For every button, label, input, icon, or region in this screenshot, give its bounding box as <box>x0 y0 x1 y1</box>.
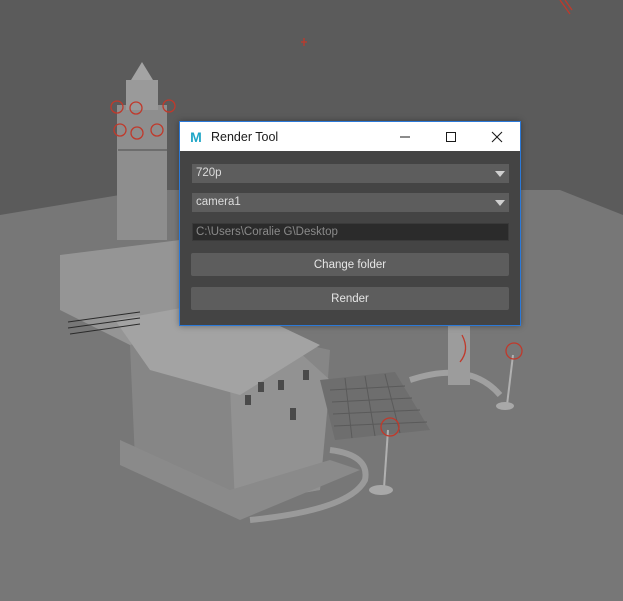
maximize-icon <box>446 131 456 142</box>
change-folder-button[interactable]: Change folder <box>191 253 509 276</box>
camera-dropdown-arrow[interactable] <box>490 193 509 212</box>
resolution-selected-value: 720p <box>196 167 222 179</box>
minimize-icon <box>400 136 410 137</box>
close-button[interactable] <box>474 122 520 151</box>
chevron-down-icon <box>494 199 505 206</box>
minimize-button[interactable] <box>382 122 428 151</box>
render-button[interactable]: Render <box>191 287 509 310</box>
close-icon <box>491 131 503 142</box>
svg-text:M: M <box>190 129 202 145</box>
chevron-down-icon <box>494 170 505 177</box>
title-bar[interactable]: M Render Tool <box>180 122 520 151</box>
window-title: Render Tool <box>211 129 279 144</box>
resolution-dropdown-arrow[interactable] <box>490 164 509 183</box>
maximize-button[interactable] <box>428 122 474 151</box>
resolution-dropdown[interactable]: 720p <box>192 164 509 183</box>
camera-dropdown[interactable]: camera1 <box>192 193 509 212</box>
output-folder-field[interactable] <box>192 223 509 241</box>
camera-selected-value: camera1 <box>196 196 241 208</box>
render-tool-dialog: M Render Tool 720p camera1 C:\Users\Cora… <box>179 121 521 326</box>
maya-app-icon: M <box>188 128 204 145</box>
